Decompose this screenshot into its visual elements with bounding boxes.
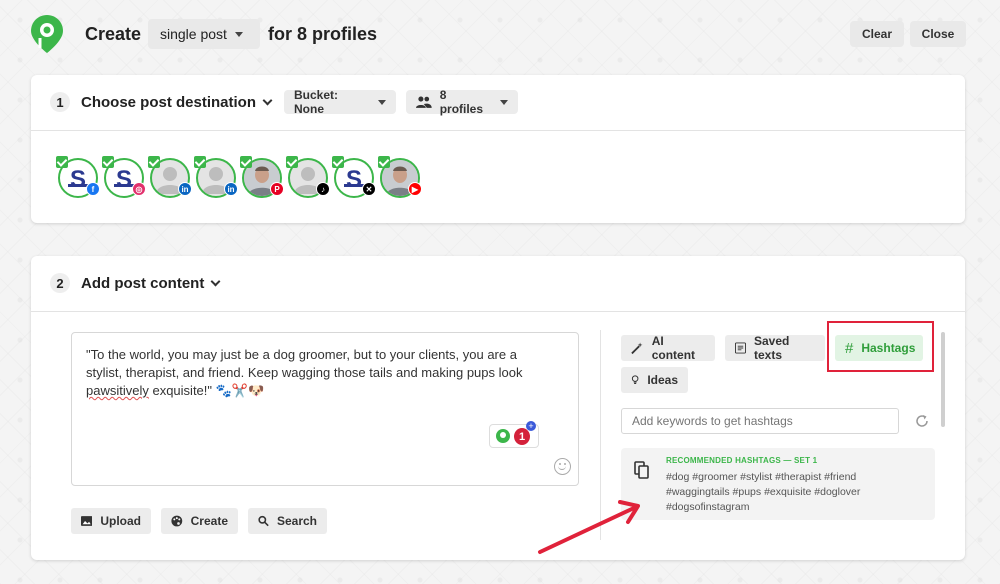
instagram-icon: ◎ bbox=[132, 182, 146, 196]
youtube-icon: ▶ bbox=[408, 182, 422, 196]
document-icon bbox=[735, 342, 746, 354]
caret-down-icon bbox=[500, 99, 508, 105]
post-type-value: single post bbox=[160, 26, 227, 42]
for-profiles-label: for 8 profiles bbox=[268, 24, 378, 44]
facebook-icon: f bbox=[86, 182, 100, 196]
search-media-button[interactable]: Search bbox=[248, 508, 327, 534]
create-label: Create bbox=[85, 24, 142, 44]
checkmark-icon bbox=[286, 156, 298, 168]
divider bbox=[31, 130, 965, 131]
lightbulb-icon bbox=[496, 429, 510, 443]
palette-icon bbox=[171, 515, 183, 527]
checkmark-icon bbox=[240, 156, 252, 168]
copy-icon[interactable] bbox=[634, 461, 650, 479]
caret-down-icon bbox=[234, 31, 243, 37]
highlight-box bbox=[827, 321, 934, 372]
chevron-down-icon bbox=[262, 95, 273, 106]
refresh-icon[interactable] bbox=[915, 414, 929, 428]
emoji-icon[interactable] bbox=[554, 458, 571, 475]
bucket-value: Bucket: None bbox=[294, 88, 339, 116]
linkedin-icon: in bbox=[178, 182, 192, 196]
upload-button[interactable]: Upload bbox=[71, 508, 151, 534]
create-media-button[interactable]: Create bbox=[161, 508, 238, 534]
annotation-arrow-icon bbox=[538, 500, 640, 554]
checkmark-icon bbox=[102, 156, 114, 168]
create-media-label: Create bbox=[190, 514, 228, 528]
chevron-down-icon bbox=[210, 276, 221, 287]
pinterest-icon: P bbox=[270, 182, 284, 196]
hashtag-list: #dog #groomer #stylist #therapist #frien… bbox=[666, 470, 926, 515]
app-logo[interactable] bbox=[30, 14, 64, 54]
checkmark-icon bbox=[332, 156, 344, 168]
destination-title: Choose post destination bbox=[81, 94, 257, 111]
checkmark-icon bbox=[194, 156, 206, 168]
image-icon bbox=[81, 516, 93, 526]
hashtag-keywords-input[interactable] bbox=[621, 408, 899, 434]
destination-toggle[interactable]: Choose post destination bbox=[81, 94, 273, 111]
content-toggle[interactable]: Add post content bbox=[81, 275, 221, 292]
caret-down-icon bbox=[378, 99, 386, 105]
svg-text:S: S bbox=[116, 166, 132, 193]
tiktok-icon: ♪ bbox=[316, 182, 330, 196]
hashtag-line: #dogsofinstagram bbox=[666, 501, 750, 513]
divider bbox=[31, 311, 965, 312]
ai-content-label: AI content bbox=[651, 334, 696, 362]
hashtag-line: #waggingtails #pups #exquisite #doglover bbox=[666, 486, 861, 498]
recommended-hashtags-title: RECOMMENDED HASHTAGS — SET 1 bbox=[666, 456, 818, 465]
scrollbar[interactable] bbox=[941, 332, 945, 427]
post-text[interactable]: "To the world, you may just be a dog gro… bbox=[86, 346, 566, 400]
svg-text:S: S bbox=[70, 166, 86, 193]
misspelled-word[interactable]: pawsitively bbox=[86, 383, 149, 398]
checkmark-icon bbox=[378, 156, 390, 168]
x-icon: ✕ bbox=[362, 182, 376, 196]
hashtag-line: #dog #groomer #stylist #therapist #frien… bbox=[666, 471, 857, 483]
clear-button[interactable]: Clear bbox=[850, 21, 904, 47]
saved-texts-button[interactable]: Saved texts bbox=[725, 334, 825, 362]
people-icon bbox=[416, 96, 432, 108]
saved-texts-label: Saved texts bbox=[753, 334, 790, 362]
svg-text:S: S bbox=[346, 166, 362, 193]
close-button[interactable]: Close bbox=[910, 21, 966, 47]
post-text-line: stylist, therapist, and friend. Keep wag… bbox=[86, 365, 523, 380]
ai-content-button[interactable]: AI content bbox=[621, 334, 715, 362]
step-number-2: 2 bbox=[50, 273, 70, 293]
assistant-widget[interactable]: 1 + bbox=[489, 421, 539, 448]
post-type-dropdown[interactable]: single post bbox=[148, 19, 260, 49]
ideas-label: Ideas bbox=[647, 373, 678, 387]
checkmark-icon bbox=[56, 156, 68, 168]
plus-icon: + bbox=[526, 421, 536, 431]
step-number-1: 1 bbox=[50, 92, 70, 112]
post-text-end: exquisite!" 🐾✂️🐶 bbox=[148, 383, 265, 398]
ideas-button[interactable]: Ideas bbox=[621, 367, 688, 393]
upload-label: Upload bbox=[100, 514, 141, 528]
bucket-dropdown[interactable]: Bucket: None bbox=[284, 88, 396, 116]
checkmark-icon bbox=[148, 156, 160, 168]
linkedin-icon: in bbox=[224, 182, 238, 196]
post-text-line: "To the world, you may just be a dog gro… bbox=[86, 347, 517, 362]
lightbulb-icon bbox=[631, 375, 639, 384]
profile-list: S f S ◎ in in P ♪ S ✕ ▶ bbox=[56, 156, 426, 200]
search-media-label: Search bbox=[276, 514, 317, 528]
magic-wand-icon bbox=[631, 342, 643, 355]
profiles-dropdown[interactable]: 8 profiles bbox=[406, 88, 518, 116]
search-icon bbox=[258, 515, 269, 527]
content-title: Add post content bbox=[81, 275, 205, 292]
profiles-value: 8 profiles bbox=[439, 88, 484, 116]
